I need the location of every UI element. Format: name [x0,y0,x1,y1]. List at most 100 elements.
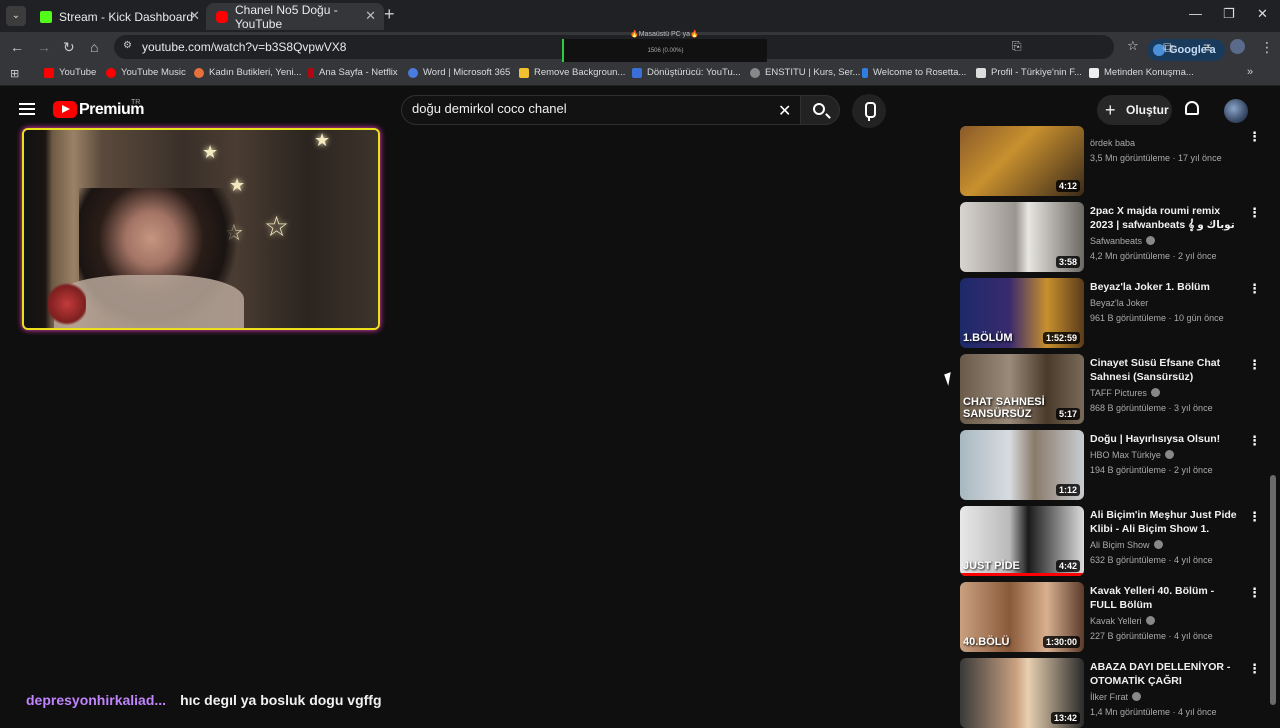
site-icon [862,67,868,78]
media-controls-icon[interactable]: ≡ [1203,39,1211,55]
install-app-icon[interactable]: ⎘ [1012,39,1022,54]
channel-name[interactable]: ördek baba [1090,138,1135,148]
forward-icon[interactable]: → [37,39,51,55]
bookmark-label: Profil - Türkiye'nin F... [991,67,1082,78]
channel-name[interactable]: Kavak Yelleri [1090,616,1155,626]
tab-close-icon[interactable]: ✕ [365,8,376,24]
youtube-music-icon [106,67,116,78]
youtube-logo-icon[interactable] [53,101,77,118]
more-options-icon[interactable]: ⋮ [1248,661,1261,677]
bookmark-kadin-butikleri[interactable]: Kadın Butikleri, Yeni... [194,67,301,78]
video-thumbnail[interactable]: 3:58 [960,202,1084,272]
back-icon[interactable]: ← [10,39,24,55]
more-options-icon[interactable]: ⋮ [1248,509,1261,525]
video-thumbnail[interactable]: 4:12 [960,126,1084,196]
notifications-bell-icon[interactable] [1185,101,1199,115]
youtube-icon [44,67,54,78]
minimize-icon[interactable]: — [1189,6,1202,21]
video-thumbnail[interactable]: 40.BÖLÜ 1:30:00 [960,582,1084,652]
more-options-icon[interactable]: ⋮ [1248,585,1261,601]
video-title[interactable]: Doğu | Hayırlısıysa Olsun! [1090,432,1240,446]
bookmark-star-icon[interactable]: ☆ [1127,38,1139,54]
recommendation-item[interactable]: 1:12 Doğu | Hayırlısıysa Olsun! HBO Max Tü… [960,430,1261,500]
kick-favicon-icon [40,10,52,23]
bookmark-enstitu[interactable]: ENSTITU | Kurs, Ser... [750,67,860,78]
recommendation-item[interactable]: 1.BÖLÜM 1:52:59 Beyaz'la Joker 1. Bölüm Bey… [960,278,1261,348]
extensions-icon[interactable]: ⧉ [1163,39,1173,56]
channel-name[interactable]: İlker Fırat [1090,692,1142,702]
video-title[interactable]: Cinayet Süsü Efsane Chat Sahnesi (Sansür… [1090,356,1240,384]
video-thumbnail[interactable]: 1.BÖLÜM 1:52:59 [960,278,1084,348]
channel-name[interactable]: Safwanbeats [1090,236,1156,246]
account-avatar[interactable] [1224,99,1248,123]
voice-search-button[interactable] [852,94,886,128]
search-button[interactable] [800,95,840,125]
video-thumbnail[interactable]: 13:42 [960,658,1084,728]
site-info-icon[interactable]: ⚙ [123,40,132,51]
video-duration: 3:58 [1055,256,1080,268]
thumbnail-caption: 40.BÖLÜ [963,636,1010,648]
channel-name[interactable]: TAFF Pictures [1090,388,1160,398]
video-thumbnail[interactable]: 1:12 [960,430,1084,500]
site-icon [519,67,529,78]
channel-name-text: Ali Biçim Show [1090,540,1150,550]
recommendation-item[interactable]: 3:58 2pac X majda roumi remix 2023 | safw… [960,202,1261,272]
recommendation-item[interactable]: 40.BÖLÜ 1:30:00 Kavak Yelleri 40. Bölüm - … [960,582,1261,652]
bookmark-label: ENSTITU | Kurs, Ser... [765,67,861,78]
clear-search-icon[interactable]: ✕ [778,101,791,121]
menu-icon[interactable]: ⋮ [1260,39,1274,56]
thumbnail-caption: 1.BÖLÜM [963,332,1013,344]
verified-icon [1150,388,1160,397]
recommendation-item[interactable]: 13:42 ABAZA DAYI DELLENİYOR - OTOMATİK ÇA… [960,658,1261,728]
video-title[interactable]: ABAZA DAYI DELLENİYOR - OTOMATİK ÇAĞRI B… [1090,660,1240,688]
bookmark-rosetta[interactable]: Welcome to Rosetta... [862,67,966,78]
more-options-icon[interactable]: ⋮ [1248,281,1261,297]
more-options-icon[interactable]: ⋮ [1248,129,1261,145]
video-thumbnail[interactable]: JUST PİDE 4:42 [960,506,1084,576]
channel-name[interactable]: HBO Max Türkiye [1090,450,1174,460]
tab-kick-dashboard[interactable]: Stream - Kick Dashboard ✕ [30,3,208,30]
bookmark-youtube[interactable]: YouTube [44,67,96,78]
video-title[interactable]: Beyaz'la Joker 1. Bölüm [1090,280,1240,294]
video-title[interactable]: 2pac X majda roumi remix 2023 | safwanbe… [1090,204,1240,232]
more-bookmarks-icon[interactable]: » [1247,66,1253,78]
bookmark-remove-bg[interactable]: Remove Backgroun... [519,67,625,78]
plus-icon: + [1105,100,1116,120]
create-button[interactable]: + Oluştur [1097,95,1172,125]
recommendation-item[interactable]: JUST PİDE 4:42 Ali Biçim'in Meşhur Just Pi… [960,506,1261,576]
new-tab-button[interactable]: + [384,4,395,25]
bookmark-word[interactable]: Word | Microsoft 365 [408,67,510,78]
home-icon[interactable]: ⌂ [90,39,98,55]
recommendation-item[interactable]: 4:12 ördek baba 3,5 Mn görüntüleme · 17 yı… [960,126,1261,196]
profile-avatar[interactable] [1230,39,1245,54]
bookmark-donusturucu[interactable]: Dönüştürücü: YouTu... [632,67,741,78]
video-title[interactable]: Kavak Yelleri 40. Bölüm - FULL Bölüm [1090,584,1240,612]
hamburger-menu-icon[interactable] [19,103,35,115]
channel-name[interactable]: Ali Biçim Show [1090,540,1163,550]
bookmark-profil[interactable]: Profil - Türkiye'nin F... [976,67,1082,78]
google-ask-button[interactable]: Google'a Sor [1147,39,1225,78]
apps-grid-icon[interactable]: ⊞ [10,67,19,80]
bookmark-youtube-music[interactable]: YouTube Music [106,67,186,78]
bookmark-netflix[interactable]: Ana Sayfa - Netflix [308,67,398,78]
recommendation-item[interactable]: CHAT SAHNESİ SANSÜRSÜZ 5:17 Cinayet Süsü E… [960,354,1261,424]
verified-icon [1145,616,1155,625]
reload-icon[interactable]: ↻ [63,39,75,56]
video-duration: 5:17 [1055,408,1080,420]
bookmark-metinden[interactable]: Metinden Konuşma... [1089,67,1194,78]
more-options-icon[interactable]: ⋮ [1248,205,1261,221]
search-input[interactable] [412,101,762,116]
tab-youtube[interactable]: Chanel No5 Doğu - YouTube ✕ [206,3,384,31]
tab-search-button[interactable]: ⌄ [6,6,26,26]
more-options-icon[interactable]: ⋮ [1248,433,1261,449]
bookmark-label: Remove Backgroun... [534,67,626,78]
close-window-icon[interactable]: ✕ [1257,6,1268,22]
channel-name-text: İlker Fırat [1090,692,1129,702]
video-thumbnail[interactable]: CHAT SAHNESİ SANSÜRSÜZ 5:17 [960,354,1084,424]
tab-close-icon[interactable]: ✕ [189,8,200,24]
restore-icon[interactable]: ❐ [1223,6,1235,22]
more-options-icon[interactable]: ⋮ [1248,357,1261,373]
page-scrollbar[interactable] [1270,475,1276,705]
channel-name[interactable]: Beyaz'la Joker [1090,298,1148,308]
video-title[interactable]: Ali Biçim'in Meşhur Just Pide Klibi - Al… [1090,508,1240,536]
